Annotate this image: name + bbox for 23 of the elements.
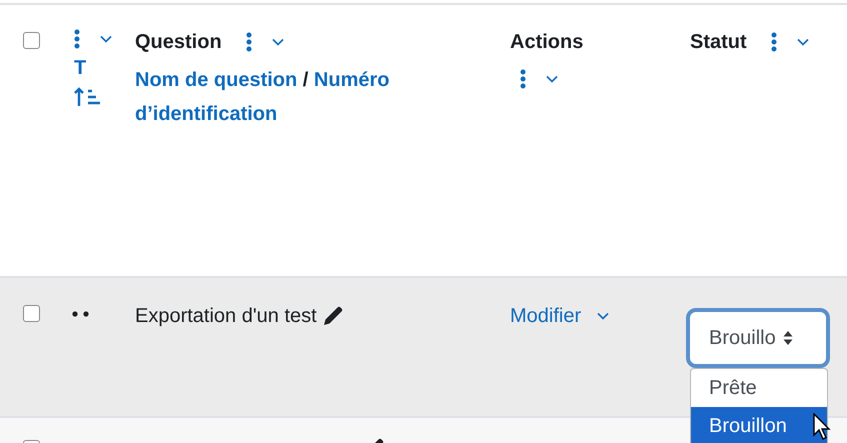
- dropdown-option[interactable]: Brouillon: [691, 407, 827, 443]
- question-name: Exportation d'un test: [135, 304, 317, 328]
- sort-caret-icon: [782, 330, 793, 346]
- kebab-menu-icon[interactable]: [520, 69, 526, 89]
- chevron-down-icon[interactable]: [597, 312, 610, 320]
- chevron-down-icon[interactable]: [100, 35, 112, 43]
- row-checkbox[interactable]: [23, 32, 40, 49]
- sort-ascending-icon[interactable]: [74, 87, 102, 107]
- kebab-menu-icon[interactable]: [246, 32, 252, 52]
- modify-menu-button[interactable]: Modifier: [510, 304, 610, 328]
- chevron-down-icon[interactable]: [546, 75, 558, 83]
- sort-links[interactable]: Nom de question / Numéro d’identification: [135, 63, 435, 131]
- type-sort-link[interactable]: T: [74, 55, 135, 81]
- column-heading: Actions: [510, 30, 584, 55]
- kebab-menu-icon[interactable]: [770, 32, 777, 52]
- status-select[interactable]: Brouillo: [686, 308, 830, 368]
- chevron-down-icon[interactable]: [796, 38, 809, 46]
- chevron-down-icon[interactable]: [272, 38, 284, 46]
- row-checkbox[interactable]: [23, 305, 40, 322]
- dropdown-option[interactable]: Prête: [691, 369, 827, 407]
- column-heading: Statut: [690, 30, 747, 55]
- column-heading: Question: [135, 30, 222, 55]
- kebab-menu-icon[interactable]: [74, 29, 80, 49]
